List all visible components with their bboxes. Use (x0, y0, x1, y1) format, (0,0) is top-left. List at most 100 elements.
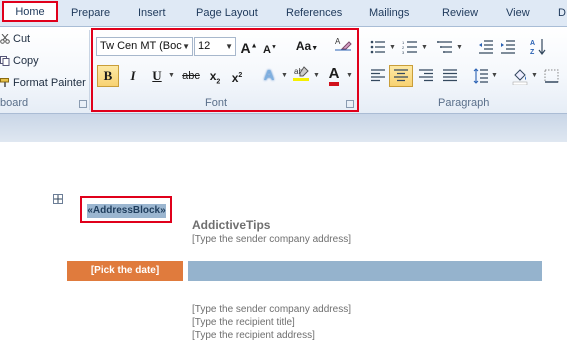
sender-address-placeholder[interactable]: [Type the sender company address] (192, 234, 351, 245)
superscript-icon: x2 (231, 71, 243, 85)
font-color-button[interactable]: A (324, 63, 344, 86)
clipboard-group-label: board (0, 97, 29, 109)
bullets-icon (370, 40, 386, 57)
tab-home[interactable]: Home (2, 1, 58, 22)
decrease-indent-button[interactable] (478, 40, 494, 54)
line-spacing-dropdown-icon[interactable]: ▼ (491, 72, 498, 79)
tab-page-layout[interactable]: Page Layout (196, 7, 258, 19)
italic-button[interactable]: I (124, 65, 142, 87)
font-color-icon: A (328, 66, 340, 86)
align-center-button[interactable] (389, 65, 413, 87)
shrink-font-icon: A▼ (263, 43, 277, 56)
highlighter-icon: ab (292, 66, 310, 85)
subscript-button[interactable]: x2 (206, 65, 224, 87)
font-color-dropdown-icon[interactable]: ▼ (346, 72, 353, 79)
clear-formatting-icon: A (334, 37, 352, 54)
strikethrough-button[interactable]: abc (180, 65, 202, 87)
svg-text:3: 3 (402, 50, 405, 54)
sort-az-icon: AZ (530, 39, 546, 59)
line-spacing-button[interactable] (473, 68, 489, 84)
underline-icon: U (152, 68, 162, 83)
copy-label: Copy (13, 55, 39, 67)
paint-bucket-icon (512, 69, 528, 88)
svg-text:A: A (335, 37, 341, 46)
svg-text:A: A (530, 40, 535, 47)
strikethrough-icon: abc (182, 70, 200, 82)
line-spacing-icon (473, 68, 489, 87)
paragraph-group-label: Paragraph (438, 97, 490, 109)
font-group-label: Font (205, 97, 228, 109)
font-dialog-launcher[interactable] (346, 100, 354, 108)
numbering-dropdown-icon[interactable]: ▼ (421, 44, 428, 51)
table-move-handle[interactable] (53, 194, 63, 204)
tab-developer[interactable]: D (558, 7, 566, 19)
paintbrush-icon (0, 78, 10, 88)
address-block-field[interactable]: «AddressBlock» (87, 204, 166, 218)
tab-review[interactable]: Review (442, 7, 478, 19)
chevron-down-icon: ▼ (225, 42, 233, 51)
justify-button[interactable] (442, 69, 458, 83)
tab-prepare[interactable]: Prepare (71, 7, 110, 19)
recipient-address-placeholder[interactable]: [Type the recipient address] (192, 330, 315, 341)
tab-view[interactable]: View (506, 7, 530, 19)
font-size-combo[interactable]: 12 ▼ (194, 37, 236, 56)
borders-button[interactable] (544, 69, 560, 83)
numbering-icon: 123 (402, 40, 418, 57)
scissors-icon (0, 33, 10, 44)
clear-formatting-button[interactable]: A (333, 35, 353, 57)
grow-font-icon: A▲ (240, 39, 258, 56)
subscript-icon: x2 (209, 69, 221, 86)
tab-mailings[interactable]: Mailings (369, 7, 409, 19)
underline-button[interactable]: U (148, 65, 166, 87)
grow-font-button[interactable]: A▲ (240, 35, 258, 57)
highlight-color-button[interactable]: ab (291, 64, 311, 86)
align-left-button[interactable] (370, 69, 386, 83)
bullets-dropdown-icon[interactable]: ▼ (389, 44, 396, 51)
underline-dropdown-icon[interactable]: ▼ (168, 72, 175, 79)
superscript-button[interactable]: x2 (228, 65, 246, 87)
change-case-label: Aa (295, 39, 312, 53)
change-case-button[interactable]: Aa▼ (294, 35, 320, 57)
font-name-combo[interactable]: Tw Cen MT (Boc ▼ (96, 37, 193, 56)
text-effects-dropdown-icon[interactable]: ▼ (281, 72, 288, 79)
align-center-icon (393, 69, 409, 82)
tab-insert[interactable]: Insert (138, 7, 166, 19)
date-picker-field[interactable]: [Pick the date] (67, 261, 183, 281)
document-background (0, 114, 567, 142)
format-painter-button[interactable]: Format Painter (0, 77, 86, 89)
decorative-bar (188, 261, 542, 281)
company-name[interactable]: AddictiveTips (192, 218, 270, 232)
shrink-font-button[interactable]: A▼ (262, 36, 278, 58)
text-effects-button[interactable]: A (259, 65, 279, 87)
font-name-value: Tw Cen MT (Boc (100, 40, 182, 52)
italic-icon: I (130, 68, 136, 83)
increase-indent-button[interactable] (500, 40, 516, 54)
shading-button[interactable] (512, 67, 528, 86)
increase-indent-icon (500, 40, 516, 57)
borders-icon (544, 69, 560, 86)
svg-text:Z: Z (530, 49, 535, 56)
recipient-title-placeholder[interactable]: [Type the recipient title] (192, 317, 295, 328)
highlight-dropdown-icon[interactable]: ▼ (313, 72, 320, 79)
numbering-button[interactable]: 123 (402, 40, 418, 57)
cut-button[interactable]: Cut (0, 33, 30, 45)
sort-button[interactable]: AZ (530, 38, 546, 56)
multilevel-list-button[interactable] (437, 40, 453, 54)
copy-button[interactable]: Copy (0, 55, 39, 67)
justify-icon (442, 69, 458, 86)
copy-icon (0, 56, 10, 67)
format-painter-label: Format Painter (13, 77, 86, 89)
align-left-icon (370, 69, 386, 86)
bold-button[interactable]: B (97, 65, 119, 87)
align-right-icon (418, 69, 434, 86)
align-right-button[interactable] (418, 69, 434, 83)
tab-references[interactable]: References (286, 7, 342, 19)
sender-address-placeholder-2[interactable]: [Type the sender company address] (192, 304, 351, 315)
bold-icon: B (103, 68, 113, 83)
font-size-value: 12 (198, 40, 211, 52)
multilevel-dropdown-icon[interactable]: ▼ (456, 44, 463, 51)
multilevel-list-icon (437, 41, 453, 57)
shading-dropdown-icon[interactable]: ▼ (531, 72, 538, 79)
bullets-button[interactable] (370, 40, 386, 54)
clipboard-dialog-launcher[interactable] (79, 100, 87, 108)
